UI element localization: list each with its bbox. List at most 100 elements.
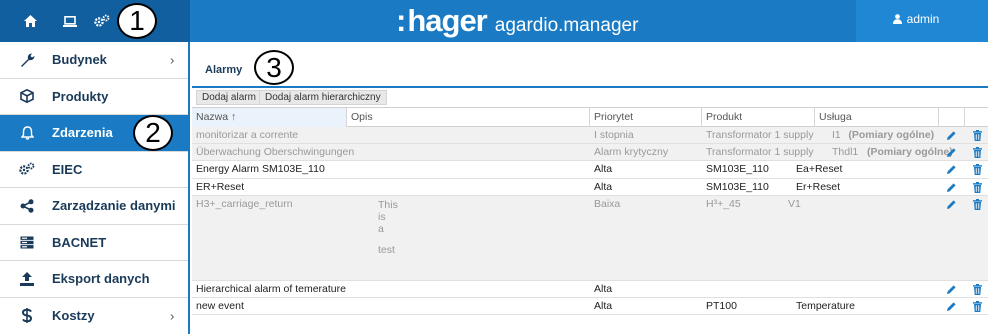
cell-service-group: (Pomiary ogólne) xyxy=(848,129,935,141)
cube-icon xyxy=(18,88,36,104)
sidebar-item-label: BACNET xyxy=(52,234,107,250)
table-row[interactable]: monitorizar a corrente I stopnia Transform… xyxy=(192,127,988,145)
table-row[interactable]: H3+_carriage_return Baixa H³+_45 V1 This is a t… xyxy=(192,195,988,281)
callout-1: 1 xyxy=(117,3,157,39)
cell-name: new event xyxy=(196,299,244,312)
column-header-name[interactable]: Nazwa ↑ xyxy=(192,108,347,127)
delete-icon[interactable] xyxy=(970,283,984,296)
tab-alarmy[interactable]: Alarmy xyxy=(205,64,242,76)
brand-product: agardio.manager xyxy=(494,15,639,36)
brand: : hager agardio.manager xyxy=(396,4,638,38)
share-icon xyxy=(18,198,36,214)
cell-service: Thdl1 xyxy=(832,146,859,159)
chevron-right-icon: › xyxy=(170,52,175,68)
sidebar-item-kostzy[interactable]: Kostzy › xyxy=(0,298,188,334)
sidebar-item-label: Produkty xyxy=(52,88,109,104)
sidebar-item-label: Kostzy xyxy=(52,308,95,324)
cell-service: I1 xyxy=(832,129,841,141)
brand-logo: hager xyxy=(407,3,487,38)
sidebar-item-eksport-danych[interactable]: Eksport danych xyxy=(0,261,188,298)
cell-name: ER+Reset xyxy=(196,180,245,193)
delete-icon[interactable] xyxy=(970,181,984,194)
cell-product: SM103E_110 xyxy=(706,180,769,193)
description-line: a xyxy=(378,222,384,235)
cell-name: monitorizar a corrente xyxy=(196,129,299,141)
edit-icon[interactable] xyxy=(944,283,958,296)
column-header-service[interactable]: Usługa xyxy=(815,108,939,127)
edit-icon[interactable] xyxy=(944,129,958,142)
brand-logo-mark: : xyxy=(396,3,407,38)
cell-priority: Alta xyxy=(594,299,613,312)
cell-name: Überwachung Oberschwingungen xyxy=(196,146,355,159)
delete-icon[interactable] xyxy=(970,300,984,313)
table-row[interactable]: new event Alta PT100 Temperature xyxy=(192,298,988,316)
monitor-icon[interactable] xyxy=(60,12,80,30)
edit-icon[interactable] xyxy=(944,300,958,313)
sidebar-item-label: Budynek xyxy=(52,52,107,68)
chevron-right-icon: › xyxy=(170,308,175,324)
sidebar-item-zdarzenia[interactable]: Zdarzenia 2 xyxy=(0,115,188,152)
cell-product: H³+_45 xyxy=(706,197,741,210)
cell-description: This is a test xyxy=(378,199,398,256)
export-icon xyxy=(18,271,36,287)
table-row[interactable]: Energy Alarm SM103E_110 Alta SM103E_110 Ea+… xyxy=(192,161,988,179)
cell-service: Temperature xyxy=(796,299,855,312)
column-header-product[interactable]: Produkt xyxy=(702,108,815,127)
delete-icon[interactable] xyxy=(970,163,984,176)
sidebar-item-zarzadzanie-danymi[interactable]: Zarządzanie danymi xyxy=(0,188,188,225)
cell-priority: Alta xyxy=(594,282,613,295)
table-row[interactable]: Hierarchical alarm of temerature Alta xyxy=(192,281,988,298)
cell-product: Transformator 1 supply xyxy=(706,129,814,141)
cell-name: H3+_carriage_return xyxy=(196,197,293,210)
callout-3: 3 xyxy=(254,50,294,85)
cell-product: SM103E_110 xyxy=(706,163,769,176)
user-menu-area[interactable]: admin xyxy=(856,0,988,42)
delete-icon[interactable] xyxy=(970,129,984,142)
delete-icon[interactable] xyxy=(970,146,984,159)
bell-icon xyxy=(18,125,36,141)
column-header-priority[interactable]: Priorytet xyxy=(590,108,702,127)
edit-icon[interactable] xyxy=(944,163,958,176)
alarms-table: Nazwa ↑ Opis Priorytet Produkt Usługa mo… xyxy=(192,107,988,316)
sidebar-item-label: EIEC xyxy=(52,161,83,177)
cell-priority: Baixa xyxy=(594,197,621,210)
cell-priority: Alta xyxy=(594,180,613,193)
settings-icon[interactable] xyxy=(92,12,112,30)
cell-product: PT100 xyxy=(706,299,737,312)
sidebar-item-bacnet[interactable]: BACNET xyxy=(0,225,188,261)
tab-bar: Alarmy 3 xyxy=(192,42,988,88)
callout-2: 2 xyxy=(133,115,173,151)
toolbar: Dodaj alarm Dodaj alarm hierarchiczny xyxy=(192,90,988,106)
sidebar: Budynek › Produkty Zdarzenia 2 EIEC Zarz… xyxy=(0,42,190,334)
sidebar-item-eiec[interactable]: EIEC xyxy=(0,152,188,188)
sidebar-item-budynek[interactable]: Budynek › xyxy=(0,42,188,79)
main-panel: Alarmy 3 Dodaj alarm Dodaj alarm hierarc… xyxy=(192,42,988,334)
user-menu[interactable]: admin xyxy=(856,12,976,26)
edit-icon[interactable] xyxy=(944,146,958,159)
column-header-edit xyxy=(939,108,965,127)
table-row[interactable]: ER+Reset Alta SM103E_110 Er+Reset xyxy=(192,179,988,196)
home-icon[interactable] xyxy=(20,12,40,30)
dollar-icon xyxy=(18,308,36,324)
cell-service-group: (Pomiary ogólne) xyxy=(867,146,953,159)
gears-icon xyxy=(18,161,36,177)
wrench-icon xyxy=(18,52,36,68)
sidebar-item-label: Eksport danych xyxy=(52,271,150,287)
delete-icon[interactable] xyxy=(970,198,984,211)
top-bar: 1 : hager agardio.manager admin xyxy=(0,0,988,42)
cell-priority: Alta xyxy=(594,163,613,176)
table-row[interactable]: Überwachung Oberschwingungen Alarm krytyc… xyxy=(192,144,988,162)
edit-icon[interactable] xyxy=(944,198,958,211)
cell-priority: Alarm krytyczny xyxy=(594,146,669,159)
user-icon xyxy=(892,14,902,24)
sidebar-item-produkty[interactable]: Produkty xyxy=(0,79,188,115)
add-hierarchical-alarm-button[interactable]: Dodaj alarm hierarchiczny xyxy=(259,90,387,105)
cell-service: V1 xyxy=(788,197,801,210)
edit-icon[interactable] xyxy=(944,181,958,194)
column-header-description[interactable]: Opis xyxy=(347,108,590,127)
add-alarm-button[interactable]: Dodaj alarm xyxy=(196,90,262,105)
sidebar-item-label: Zdarzenia xyxy=(52,125,113,141)
cell-priority: I stopnia xyxy=(594,129,634,141)
sidebar-item-label: Zarządzanie danymi xyxy=(52,198,176,214)
description-line: test xyxy=(378,243,395,256)
